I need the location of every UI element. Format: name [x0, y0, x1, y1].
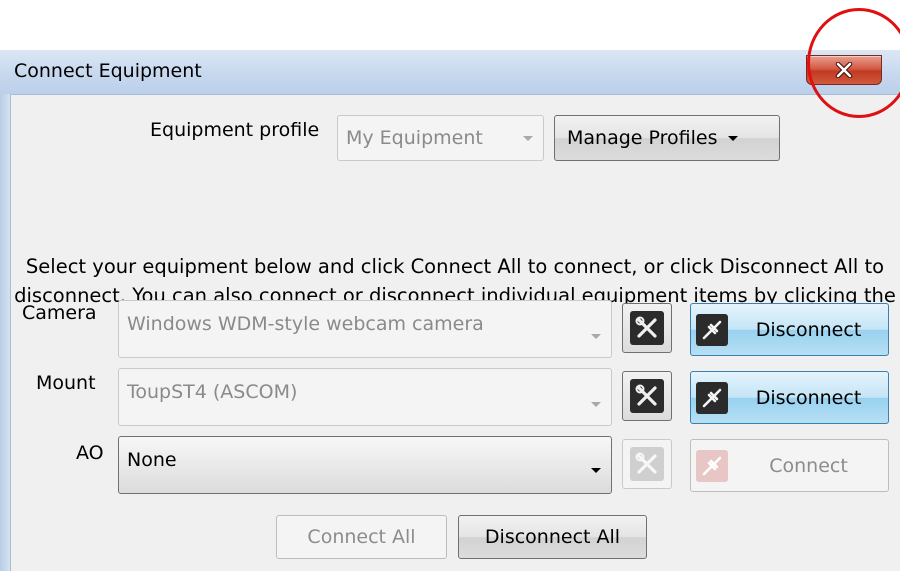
disconnect-all-label: Disconnect All: [484, 526, 621, 548]
camera-action-label: Disconnect: [755, 318, 862, 341]
plug-icon: [696, 449, 728, 482]
chevron-down-icon: [727, 135, 738, 141]
ao-select-value: None: [127, 449, 177, 471]
mount-select-value: ToupST4 (ASCOM): [127, 381, 298, 403]
camera-disconnect-button[interactable]: Disconnect: [690, 303, 889, 356]
ao-select[interactable]: None: [118, 436, 612, 494]
equipment-profile-label: Equipment profile: [150, 119, 320, 141]
mount-label: Mount: [36, 372, 96, 394]
camera-select[interactable]: Windows WDM-style webcam camera: [118, 300, 612, 358]
chevron-down-icon: [591, 334, 601, 339]
ao-connect-button[interactable]: Connect: [690, 439, 889, 492]
tools-icon: [630, 447, 664, 481]
ao-setup-button[interactable]: [622, 439, 672, 489]
plug-icon: [696, 313, 728, 346]
connect-all-button[interactable]: Connect All: [276, 515, 447, 559]
mount-select[interactable]: ToupST4 (ASCOM): [118, 368, 612, 426]
connect-equipment-window: Connect Equipment Equipment profile My E…: [0, 50, 900, 571]
close-button[interactable]: [806, 55, 882, 85]
ao-label: AO: [76, 442, 104, 464]
camera-setup-button[interactable]: [622, 303, 672, 353]
manage-profiles-label: Manage Profiles: [567, 127, 718, 149]
camera-label: Camera: [22, 302, 97, 324]
close-icon: [835, 62, 853, 78]
tools-icon: [630, 311, 664, 345]
equipment-profile-value: My Equipment: [346, 127, 483, 149]
connect-all-label: Connect All: [307, 526, 416, 548]
chevron-down-icon: [591, 468, 601, 473]
chevron-down-icon: [591, 402, 601, 407]
plug-icon: [696, 381, 728, 414]
equipment-profile-select[interactable]: My Equipment: [337, 115, 544, 161]
disconnect-all-button[interactable]: Disconnect All: [458, 515, 647, 559]
window-frame-edge: [0, 94, 11, 571]
chevron-down-icon: [523, 136, 533, 141]
mount-setup-button[interactable]: [622, 371, 672, 421]
mount-action-label: Disconnect: [755, 386, 862, 409]
manage-profiles-button[interactable]: Manage Profiles: [554, 115, 780, 161]
ao-action-label: Connect: [769, 454, 848, 477]
window-title: Connect Equipment: [14, 60, 202, 82]
mount-disconnect-button[interactable]: Disconnect: [690, 371, 889, 424]
title-bar[interactable]: Connect Equipment: [0, 50, 900, 95]
tools-icon: [630, 379, 664, 413]
camera-select-value: Windows WDM-style webcam camera: [127, 313, 484, 335]
